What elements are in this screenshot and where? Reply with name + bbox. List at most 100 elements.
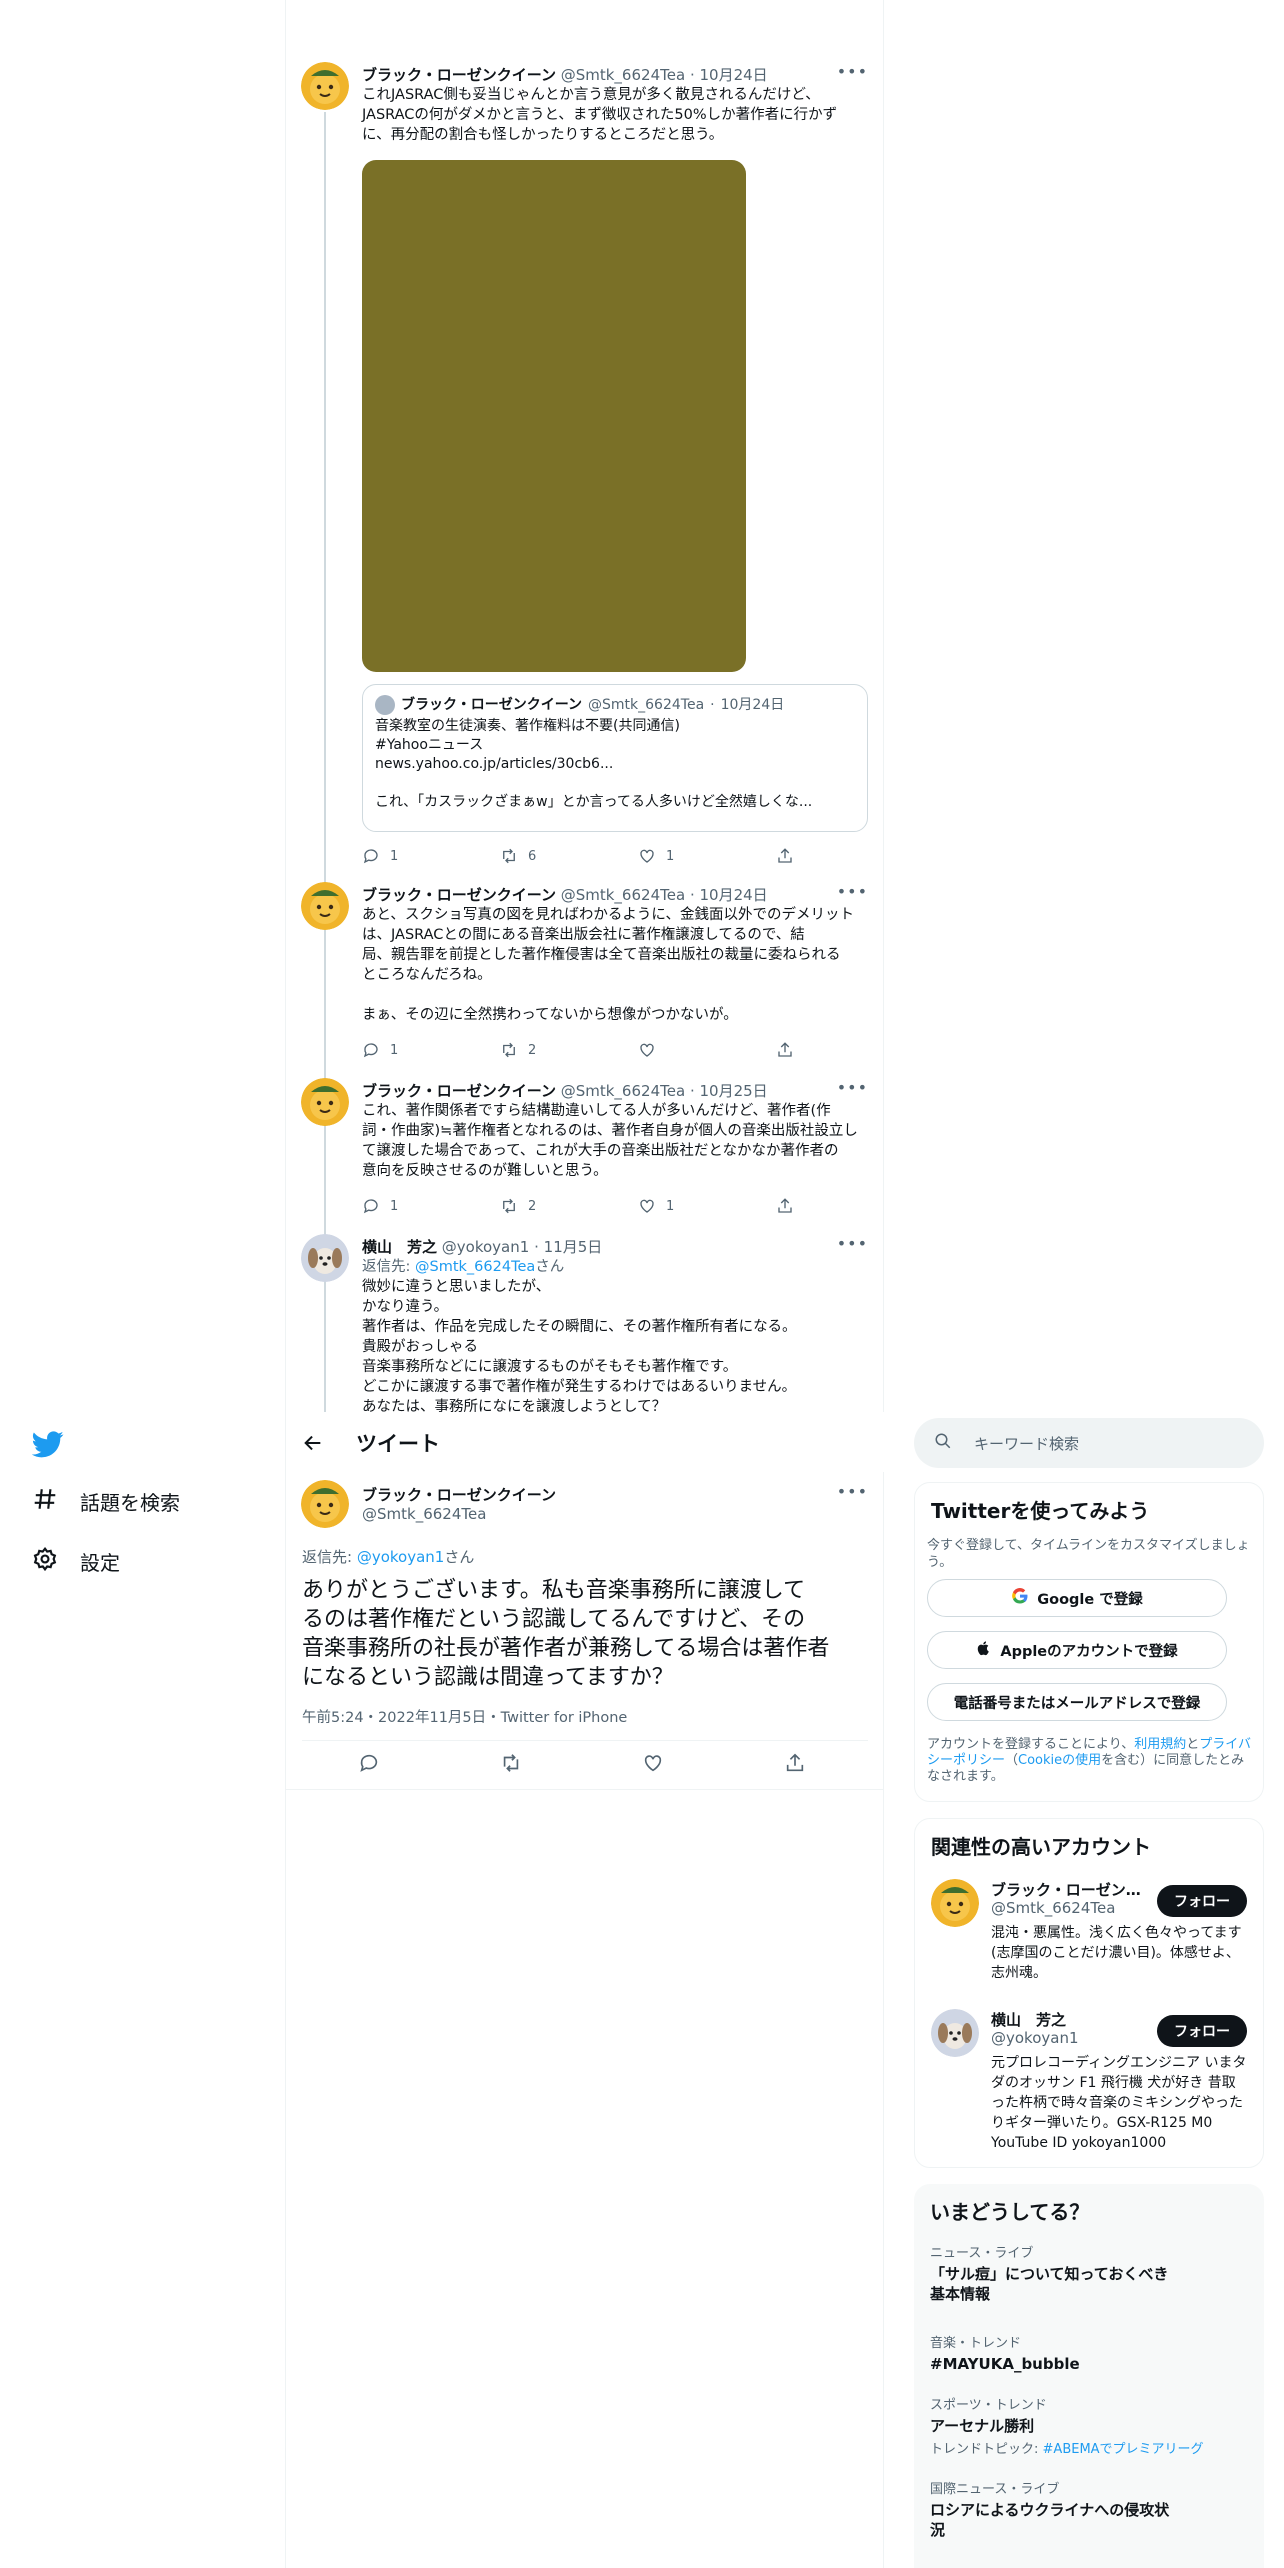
more-icon[interactable]: •••	[837, 62, 868, 81]
tweet-actions: 1 2 1	[362, 1195, 822, 1217]
author-handle[interactable]: @Smtk_6624Tea	[561, 886, 685, 904]
tweet-dot: ·	[689, 66, 695, 84]
follow-button[interactable]: フォロー	[1157, 1885, 1247, 1917]
quote-text: 音楽教室の生徒演奏、著作権料は不要(共同通信) #Yahooニュース news.…	[375, 717, 855, 812]
trend-extra-link[interactable]: #ABEMAでプレミアリーグ	[1043, 2442, 1204, 2457]
avatar[interactable]	[301, 1234, 349, 1282]
search-input[interactable]: キーワード検索	[914, 1418, 1264, 1468]
retweet-count: 2	[528, 1198, 537, 1214]
left-sidebar: 話題を検索 設定	[0, 0, 286, 2568]
text-line: 局、親告罪を前提とした著作権侵害は全て音楽出版社の裁量に委ねられる	[362, 947, 841, 963]
account-handle[interactable]: @Smtk_6624Tea	[991, 1899, 1115, 1917]
more-icon[interactable]: •••	[837, 1078, 868, 1097]
avatar[interactable]	[931, 1879, 979, 1927]
trend-category: ニュース・ライブ	[930, 2246, 1034, 2261]
like-button[interactable]: 1	[638, 845, 776, 867]
retweet-button[interactable]: 6	[500, 845, 638, 867]
reply-icon	[363, 1043, 378, 1058]
retweet-count: 2	[528, 1042, 537, 1058]
like-button[interactable]: 1	[638, 1195, 776, 1217]
thread-tweet[interactable]: 横山 芳之 @yokoyan1 · 11月5日 ••• 返信先: @Smtk_6…	[286, 1224, 884, 1412]
text-line: るのは著作権だという認識してるんですけど、その	[302, 1607, 806, 1632]
tweet-date[interactable]: 10月24日	[700, 886, 768, 904]
retweet-button[interactable]	[500, 1752, 524, 1776]
tweet-date[interactable]: 10月25日	[700, 1082, 768, 1100]
share-button[interactable]	[776, 1039, 816, 1061]
text-line: あなたは、事務所になにを譲渡しようとして？	[362, 1399, 667, 1412]
account-name[interactable]: 横山 芳之	[991, 2009, 1141, 2030]
author-handle[interactable]: @yokoyan1	[442, 1238, 530, 1256]
more-icon[interactable]: •••	[837, 1482, 868, 1501]
author-name[interactable]: 横山 芳之	[362, 1238, 437, 1256]
text-line: news.yahoo.co.jp/articles/30cb6...	[375, 756, 614, 772]
reply-icon	[363, 1199, 378, 1214]
text-line: あと、スクショ写真の図を見ればわかるように、金銭面以外でのデメリット	[362, 907, 854, 923]
google-signup-button[interactable]: Google で登録	[927, 1579, 1227, 1617]
account-row[interactable]: ブラック・ローゼンクイーン @Smtk_6624Tea フォロー 混沌・悪属性。…	[931, 1879, 1251, 1989]
trends-card: いまどうしてる？ ニュース・ライブ 「サル痘」について知っておくべき基本情報 音…	[914, 2184, 1264, 2568]
retweet-button[interactable]: 2	[500, 1195, 638, 1217]
share-button[interactable]	[776, 1195, 816, 1217]
retweet-button[interactable]: 2	[500, 1039, 638, 1061]
like-button[interactable]	[642, 1752, 666, 1776]
share-button[interactable]	[776, 845, 816, 867]
trend-item[interactable]: 音楽・トレンド #MAYUKA_bubble	[930, 2332, 1250, 2374]
reply-button[interactable]: 1	[362, 845, 500, 867]
trend-title: ロシアによるウクライナへの侵攻状況	[930, 2501, 1170, 2539]
reply-handle-link[interactable]: @Smtk_6624Tea	[415, 1259, 535, 1275]
share-button[interactable]	[784, 1752, 808, 1776]
retweet-icon	[503, 1042, 515, 1058]
nav-settings[interactable]: 設定	[32, 1546, 120, 1577]
more-icon[interactable]: •••	[837, 1234, 868, 1253]
tweet-meta[interactable]: 午前5:24・2022年11月5日・Twitter for iPhone	[302, 1706, 627, 1727]
author-handle[interactable]: @Smtk_6624Tea	[561, 1082, 685, 1100]
thread-tweet[interactable]: ブラック・ローゼンクイーン @Smtk_6624Tea · 10月24日 •••…	[286, 872, 884, 1068]
reply-button[interactable]	[358, 1752, 382, 1776]
trend-category: スポーツ・トレンド	[930, 2398, 1047, 2413]
avatar[interactable]	[301, 882, 349, 930]
account-handle[interactable]: @yokoyan1	[991, 2029, 1079, 2047]
phone-email-signup-button[interactable]: 電話番号またはメールアドレスで登録	[927, 1683, 1227, 1721]
cookie-link[interactable]: Cookieの使用	[1018, 1753, 1101, 1768]
trend-item[interactable]: 国際ニュース・ライブ ロシアによるウクライナへの侵攻状況	[930, 2478, 1250, 2540]
retweet-icon	[503, 848, 515, 864]
tweet-date[interactable]: 11月5日	[544, 1238, 603, 1256]
tweet-image[interactable]	[362, 160, 746, 672]
author-handle[interactable]: @Smtk_6624Tea	[561, 66, 685, 84]
account-name[interactable]: ブラック・ローゼンクイーン	[991, 1879, 1141, 1900]
avatar[interactable]	[301, 62, 349, 110]
avatar[interactable]	[301, 1078, 349, 1126]
search-placeholder: キーワード検索	[974, 1434, 1080, 1453]
apple-signup-label: Appleのアカウントで登録	[1000, 1643, 1178, 1660]
author-name[interactable]: ブラック・ローゼンクイーン	[362, 66, 556, 84]
author-name[interactable]: ブラック・ローゼンクイーン	[362, 1082, 556, 1100]
apple-signup-button[interactable]: Appleのアカウントで登録	[927, 1631, 1227, 1669]
tweet-date[interactable]: 10月24日	[700, 66, 768, 84]
reply-button[interactable]: 1	[362, 1195, 500, 1217]
trend-item[interactable]: ニュース・ライブ 「サル痘」について知っておくべき基本情報	[930, 2242, 1250, 2304]
terms-link[interactable]: 利用規約	[1134, 1737, 1186, 1752]
more-icon[interactable]: •••	[837, 882, 868, 901]
author-name[interactable]: ブラック・ローゼンクイーン	[362, 1484, 556, 1505]
account-row[interactable]: 横山 芳之 @yokoyan1 フォロー 元プロレコーディングエンジニア いまタ…	[931, 2009, 1251, 2159]
like-button[interactable]	[638, 1039, 776, 1061]
author-name[interactable]: ブラック・ローゼンクイーン	[362, 886, 556, 904]
reply-button[interactable]: 1	[362, 1039, 500, 1061]
author-handle[interactable]: @Smtk_6624Tea	[362, 1505, 486, 1523]
nav-explore[interactable]: 話題を検索	[32, 1486, 180, 1517]
follow-button[interactable]: フォロー	[1157, 2015, 1247, 2047]
thread-tweet[interactable]: ブラック・ローゼンクイーン @Smtk_6624Tea · 10月25日 •••…	[286, 1068, 884, 1224]
text-line: どこかに譲渡する事で著作権が発生するわけではあるいりません。	[362, 1379, 797, 1395]
arrow-left-icon[interactable]	[302, 1432, 324, 1454]
quote-author-name: ブラック・ローゼンクイーン	[401, 696, 583, 713]
quote-dot: ·	[710, 696, 715, 713]
avatar[interactable]	[301, 1480, 349, 1528]
text-line	[375, 774, 855, 793]
signup-card: Twitterを使ってみよう 今すぐ登録して、タイムラインをカスタマイズしましょ…	[914, 1482, 1264, 1802]
twitter-bird-icon[interactable]	[31, 1428, 64, 1460]
trend-item[interactable]: スポーツ・トレンド アーセナル勝利 トレンドトピック: #ABEMAでプレミアリ…	[930, 2394, 1250, 2457]
reply-handle-link[interactable]: @yokoyan1	[357, 1548, 445, 1566]
thread-tweet[interactable]: ブラック・ローゼンクイーン @Smtk_6624Tea · 10月24日 •••…	[286, 50, 884, 872]
quoted-tweet[interactable]: ブラック・ローゼンクイーン @Smtk_6624Tea · 10月24日 音楽教…	[362, 684, 868, 832]
avatar[interactable]	[931, 2009, 979, 2057]
